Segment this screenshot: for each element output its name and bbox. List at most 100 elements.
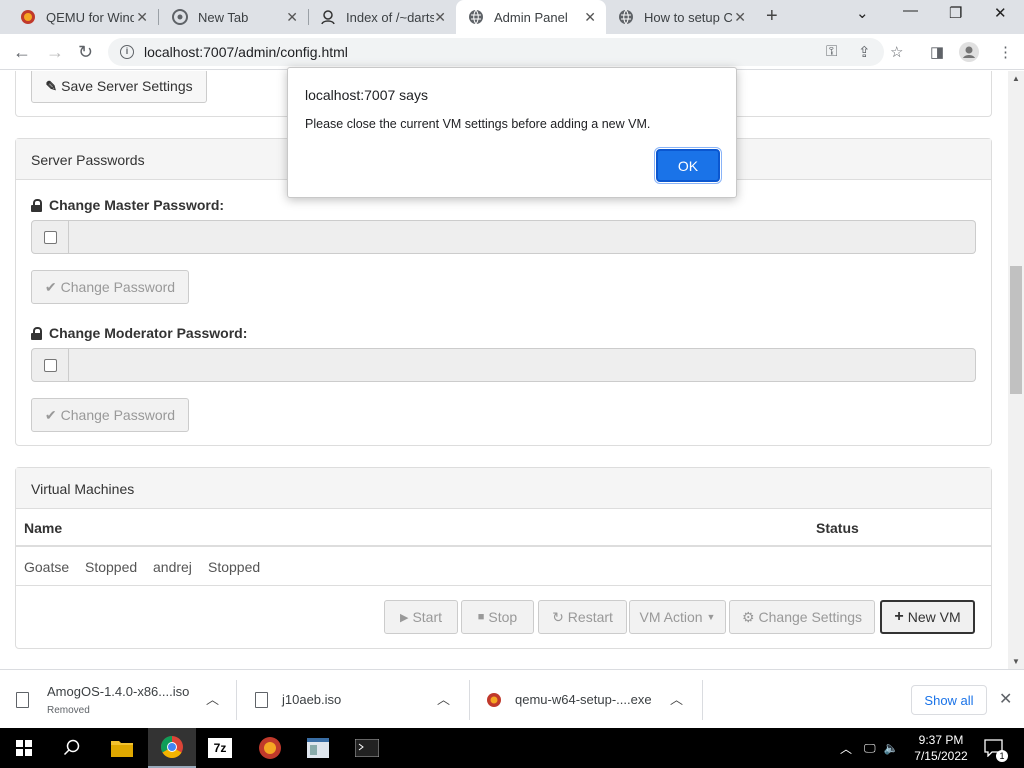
chevron-up-icon[interactable]: ︿: [840, 740, 852, 757]
chevron-up-icon[interactable]: ︿: [670, 689, 683, 708]
lock-icon: [31, 326, 42, 340]
vm-status: Stopped: [208, 559, 261, 575]
restore-button[interactable]: ❐: [949, 4, 962, 22]
terminal-icon[interactable]: [343, 728, 391, 768]
change-settings-button[interactable]: ⚙ Change Settings: [729, 600, 875, 634]
start-button[interactable]: ▶ Start: [384, 600, 458, 634]
download-status: Removed: [47, 704, 90, 716]
stop-label: Stop: [488, 609, 518, 625]
moderator-password-input[interactable]: [69, 348, 976, 382]
user-icon: [321, 10, 335, 25]
minimize-button[interactable]: —: [903, 2, 918, 19]
tab-new-tab[interactable]: New Tab ✕: [160, 0, 308, 34]
profile-icon[interactable]: [959, 42, 979, 62]
tab-label: How to setup C: [644, 9, 732, 25]
reload-icon[interactable]: ↻: [78, 42, 93, 63]
master-password-group: [31, 220, 976, 254]
key-icon[interactable]: ⚿: [826, 43, 837, 60]
tab-how-to-setup[interactable]: How to setup C ✕: [606, 0, 756, 34]
chevron-up-icon[interactable]: ︿: [206, 689, 219, 708]
new-vm-button[interactable]: + New VM: [880, 600, 975, 634]
download-filename: j10aeb.iso: [282, 692, 342, 707]
dialog-title: localhost:7007 says: [305, 87, 428, 103]
address-bar[interactable]: i localhost:7007/admin/config.html: [108, 38, 884, 66]
column-header-status: Status: [816, 520, 859, 536]
close-icon[interactable]: ✕: [584, 9, 596, 26]
chevron-up-icon[interactable]: ︿: [437, 689, 450, 708]
vm-action-dropdown[interactable]: VM Action ▼: [629, 600, 726, 634]
moderator-password-label: Change Moderator Password:: [31, 325, 247, 341]
close-icon[interactable]: ✕: [434, 9, 446, 26]
dialog-message: Please close the current VM settings bef…: [305, 117, 651, 131]
download-filename: qemu-w64-setup-....exe: [515, 692, 652, 707]
windows-taskbar: 7z ︿ 🖵 🔈 9:37 PM 7/15/2022 1: [0, 728, 1024, 768]
vm-table-header: Name Status: [16, 509, 991, 547]
forward-icon[interactable]: →: [46, 42, 64, 63]
file-icon: [16, 691, 29, 708]
back-icon[interactable]: ←: [13, 42, 31, 63]
change-moderator-password-button[interactable]: ✔ Change Password: [31, 398, 189, 432]
volume-icon[interactable]: 🔈: [884, 741, 899, 755]
lock-icon: [31, 198, 42, 212]
change-settings-label: Change Settings: [758, 609, 863, 625]
star-icon[interactable]: ☆: [890, 43, 903, 61]
save-server-settings-label: Save Server Settings: [61, 78, 193, 94]
check-icon: ✔: [44, 278, 57, 295]
close-icon[interactable]: ✕: [286, 9, 298, 26]
master-password-label: Change Master Password:: [31, 197, 224, 213]
show-all-button[interactable]: Show all: [911, 685, 987, 715]
clock[interactable]: 9:37 PM 7/15/2022: [912, 728, 970, 768]
tab-label: QEMU for Wind: [46, 9, 134, 25]
close-icon[interactable]: ✕: [999, 689, 1012, 709]
check-icon: ✔: [44, 406, 57, 423]
close-icon[interactable]: ✕: [136, 9, 148, 26]
moderator-password-checkbox-addon: [31, 348, 69, 382]
save-server-settings-button[interactable]: ✎ Save Server Settings: [31, 71, 207, 103]
side-panel-icon[interactable]: ◨: [930, 43, 944, 61]
save-icon: ✎: [45, 77, 58, 94]
windows-start-icon[interactable]: [0, 728, 48, 768]
master-password-checkbox-addon: [31, 220, 69, 254]
restart-button[interactable]: ↻ Restart: [538, 600, 627, 634]
qemu-icon: [21, 10, 35, 24]
tab-index[interactable]: Index of /~darts ✕: [308, 0, 456, 34]
share-icon[interactable]: ⇪: [858, 43, 871, 61]
chrome-icon: [172, 9, 188, 25]
download-item[interactable]: AmogOS-1.4.0-x86....iso Removed ︿: [16, 670, 236, 729]
stop-button[interactable]: ■ Stop: [461, 600, 534, 634]
scrollbar-thumb[interactable]: [1010, 266, 1022, 394]
page-scrollbar[interactable]: ▲ ▼: [1008, 71, 1024, 669]
tab-admin-panel[interactable]: Admin Panel ✕: [456, 0, 606, 34]
change-master-password-button[interactable]: ✔ Change Password: [31, 270, 189, 304]
window-app-icon[interactable]: [294, 728, 342, 768]
site-info-icon[interactable]: i: [120, 45, 134, 59]
7zip-icon[interactable]: 7z: [196, 728, 244, 768]
master-password-checkbox[interactable]: [43, 230, 57, 244]
file-explorer-icon[interactable]: [98, 728, 146, 768]
scroll-up-icon[interactable]: ▲: [1012, 74, 1020, 83]
start-label: Start: [412, 609, 443, 625]
ok-button[interactable]: OK: [654, 147, 722, 184]
scroll-down-icon[interactable]: ▼: [1012, 657, 1020, 666]
vm-action-label: VM Action: [639, 609, 703, 625]
column-header-name: Name: [24, 520, 63, 536]
menu-icon[interactable]: ⋮: [998, 43, 1013, 61]
search-icon[interactable]: [48, 728, 96, 768]
download-item[interactable]: j10aeb.iso ︿: [255, 670, 469, 729]
qemu-icon: [487, 692, 501, 707]
chrome-taskbar-icon[interactable]: [148, 728, 196, 768]
new-tab-button[interactable]: +: [766, 5, 778, 28]
network-icon[interactable]: 🖵: [864, 741, 876, 756]
globe-icon: [619, 9, 633, 25]
close-icon[interactable]: ✕: [734, 9, 746, 26]
download-item[interactable]: qemu-w64-setup-....exe ︿: [486, 670, 702, 729]
tab-qemu[interactable]: QEMU for Wind ✕: [8, 0, 158, 34]
table-row[interactable]: Goatse Stopped andrej Stopped: [16, 548, 991, 586]
notifications-icon[interactable]: 1: [984, 728, 1008, 768]
moderator-password-checkbox[interactable]: [43, 358, 57, 372]
file-icon: [255, 691, 268, 708]
window-close-button[interactable]: ✕: [994, 4, 1007, 22]
tab-search-icon[interactable]: ⌄: [856, 4, 869, 22]
qemu-taskbar-icon[interactable]: [246, 728, 294, 768]
master-password-input[interactable]: [69, 220, 976, 254]
